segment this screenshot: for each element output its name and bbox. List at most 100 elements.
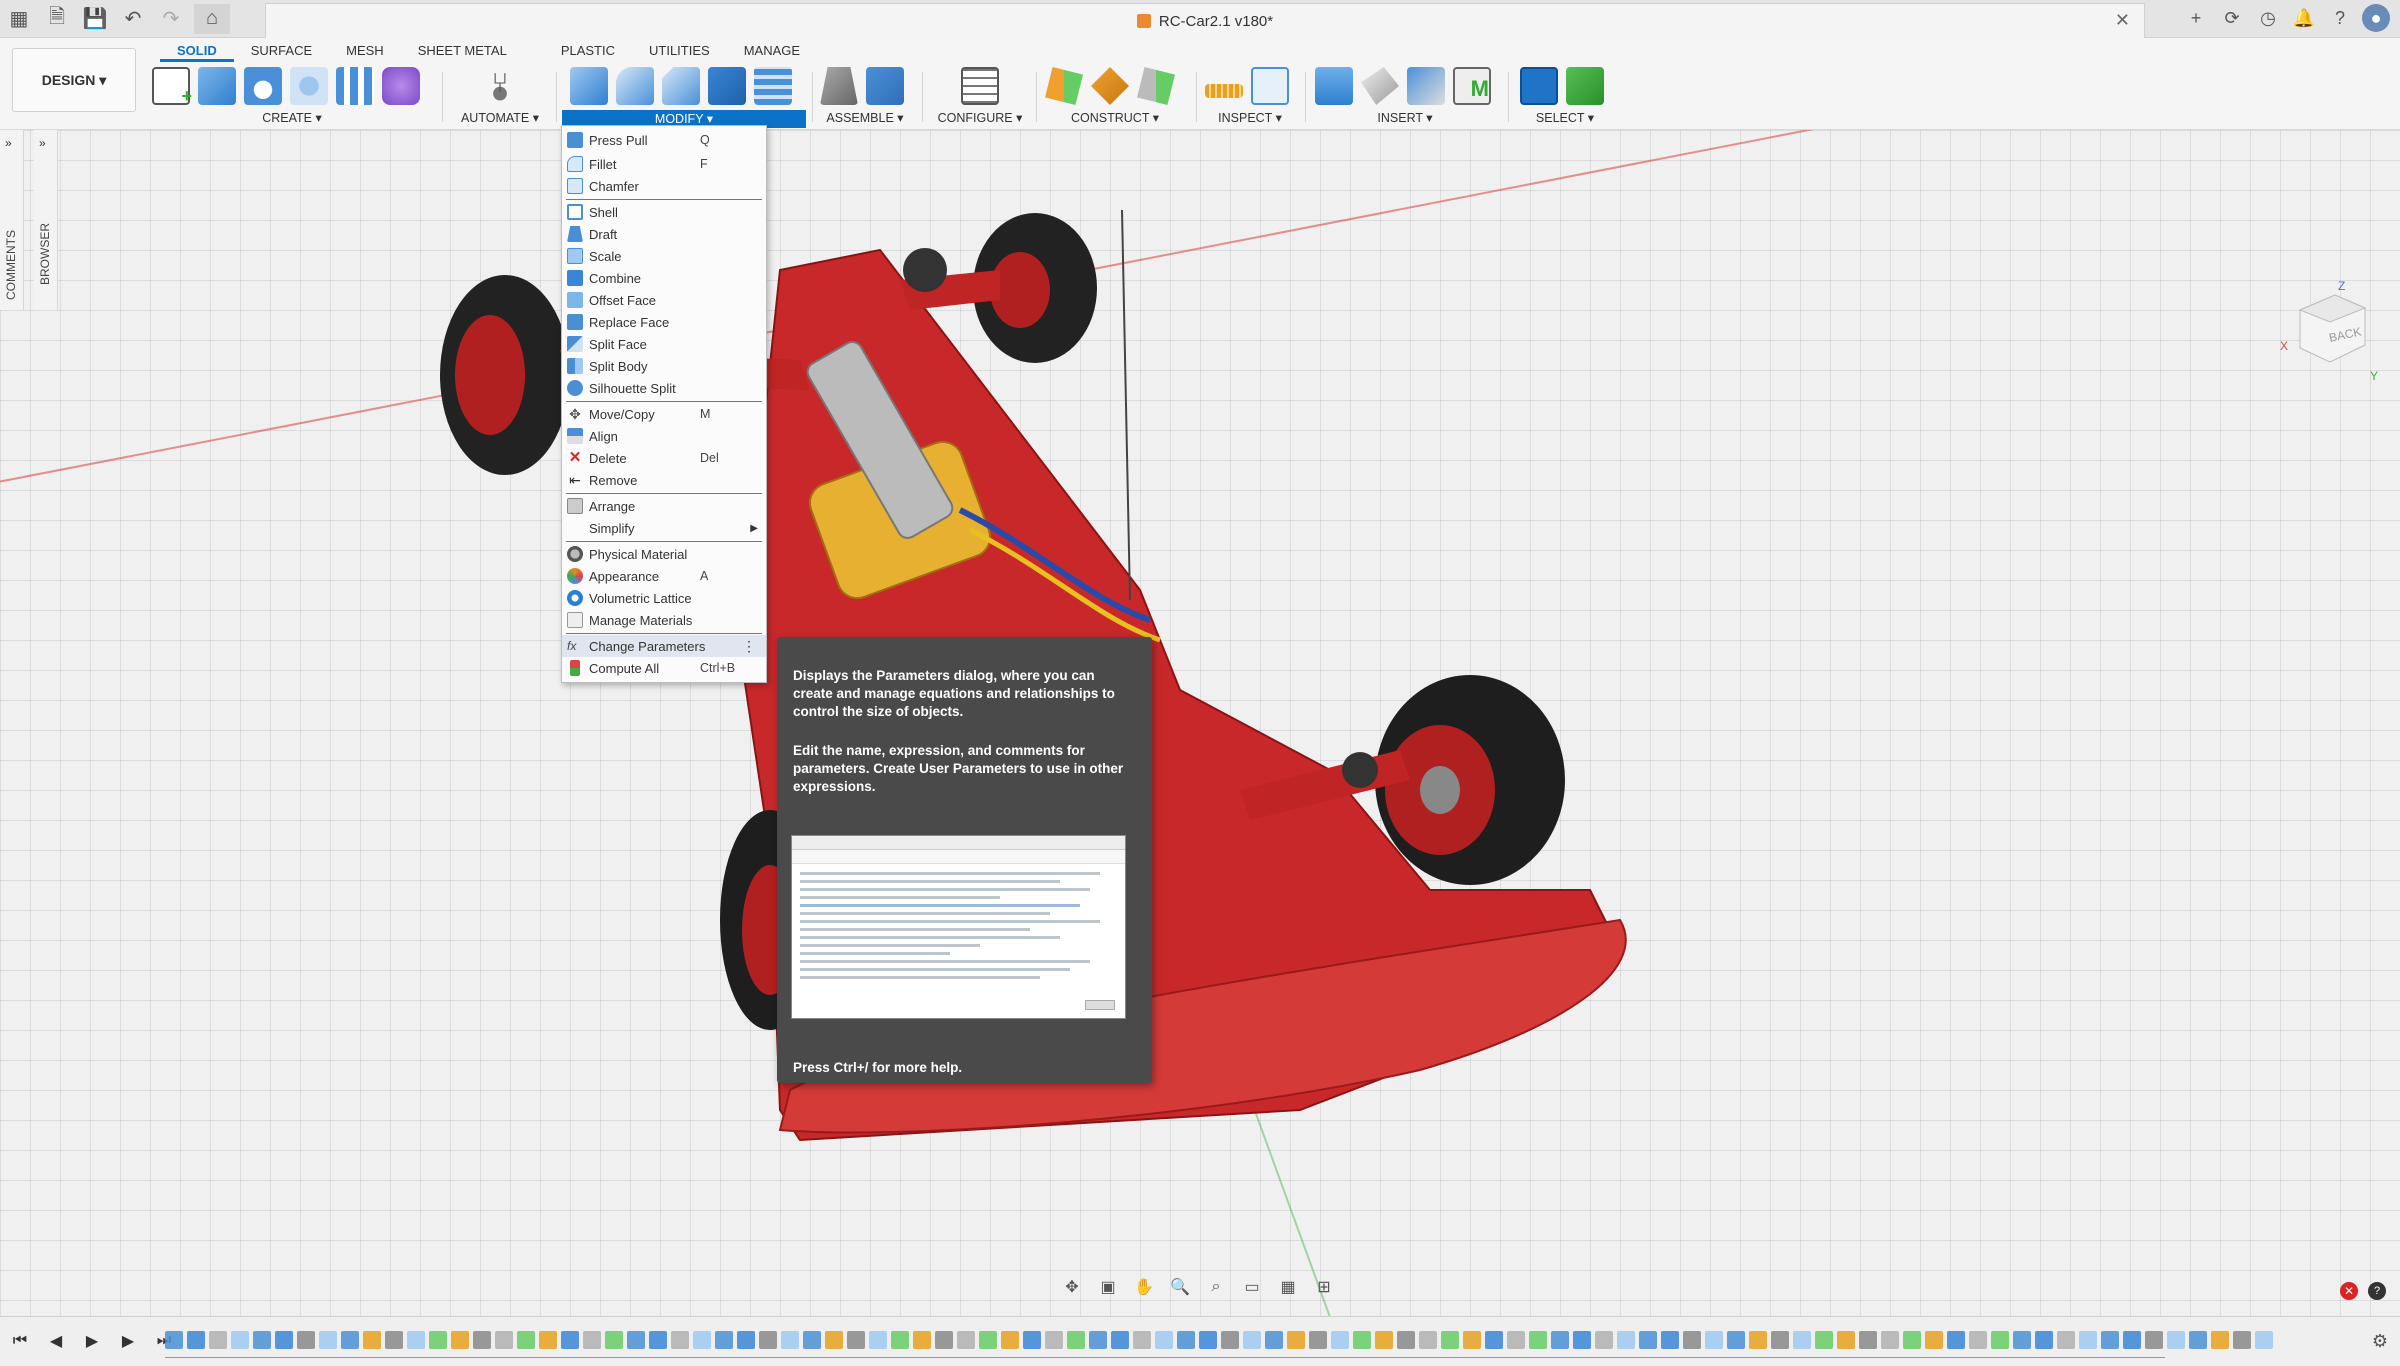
timeline-feature-icon[interactable] xyxy=(715,1331,733,1349)
tab-manage[interactable]: MANAGE xyxy=(727,40,817,62)
timeline-feature-icon[interactable] xyxy=(759,1331,777,1349)
pattern-icon[interactable] xyxy=(336,67,374,105)
document-tab[interactable]: RC-Car2.1 v180* ✕ xyxy=(265,3,2145,38)
timeline-feature-icon[interactable] xyxy=(2145,1331,2163,1349)
menu-item-split-face[interactable]: Split Face xyxy=(562,333,766,355)
tab-sheet-metal[interactable]: SHEET METAL xyxy=(401,40,524,62)
tab-surface[interactable]: SURFACE xyxy=(234,40,329,62)
timeline-feature-icon[interactable] xyxy=(451,1331,469,1349)
timeline-feature-icon[interactable] xyxy=(539,1331,557,1349)
timeline-feature-icon[interactable] xyxy=(495,1331,513,1349)
timeline-feature-icon[interactable] xyxy=(1859,1331,1877,1349)
combine-ribbon-icon[interactable] xyxy=(708,67,746,105)
insert-mesh-icon[interactable] xyxy=(1407,67,1445,105)
step-back-icon[interactable]: ◀ xyxy=(44,1329,68,1353)
joint-icon[interactable] xyxy=(820,67,858,105)
menu-item-move-copy[interactable]: ✥ Move/Copy M xyxy=(562,403,766,425)
interference-icon[interactable] xyxy=(1251,67,1289,105)
menu-item-press-pull[interactable]: Press Pull Q xyxy=(562,129,766,151)
inspect-menu[interactable]: INSPECT ▾ xyxy=(1205,110,1295,125)
timeline-feature-icon[interactable] xyxy=(1639,1331,1657,1349)
notifications-icon[interactable]: 🔔 xyxy=(2290,4,2318,32)
timeline-feature-icon[interactable] xyxy=(1199,1331,1217,1349)
timeline-feature-icon[interactable] xyxy=(1573,1331,1591,1349)
timeline-feature-icon[interactable] xyxy=(1133,1331,1151,1349)
timeline-feature-icon[interactable] xyxy=(2123,1331,2141,1349)
timeline-feature-icon[interactable] xyxy=(1925,1331,1943,1349)
timeline-feature-icon[interactable] xyxy=(1265,1331,1283,1349)
midplane-icon[interactable] xyxy=(1137,67,1175,105)
timeline-feature-icon[interactable] xyxy=(1749,1331,1767,1349)
file-menu-icon[interactable]: 🗎 xyxy=(42,4,72,34)
timeline-feature-icon[interactable] xyxy=(231,1331,249,1349)
timeline-feature-icon[interactable] xyxy=(2167,1331,2185,1349)
close-tab-icon[interactable]: ✕ xyxy=(2115,10,2130,31)
select-filter-icon[interactable] xyxy=(1566,67,1604,105)
timeline-feature-icon[interactable] xyxy=(1309,1331,1327,1349)
timeline-feature-icon[interactable] xyxy=(1771,1331,1789,1349)
timeline-feature-icon[interactable] xyxy=(627,1331,645,1349)
browser-panel[interactable]: » BROWSER xyxy=(34,130,58,310)
timeline-feature-icon[interactable] xyxy=(1727,1331,1745,1349)
timeline-feature-icon[interactable] xyxy=(1001,1331,1019,1349)
save-icon[interactable]: 💾 xyxy=(80,4,110,34)
undo-icon[interactable]: ↶ xyxy=(118,4,148,34)
menu-item-align[interactable]: Align xyxy=(562,425,766,447)
timeline-feature-icon[interactable] xyxy=(2233,1331,2251,1349)
create-sketch-icon[interactable]: + xyxy=(152,67,192,106)
menu-item-change-parameters[interactable]: fx Change Parameters ⋮ xyxy=(562,635,766,657)
grid-settings-icon[interactable]: ▦ xyxy=(1276,1275,1300,1299)
as-built-joint-icon[interactable] xyxy=(866,67,904,105)
timeline-feature-icon[interactable] xyxy=(1089,1331,1107,1349)
fit-icon[interactable]: ⌕ xyxy=(1204,1275,1228,1299)
menu-item-appearance[interactable]: Appearance A xyxy=(562,565,766,587)
extensions-icon[interactable]: ⟳ xyxy=(2218,4,2246,32)
timeline-feature-icon[interactable] xyxy=(891,1331,909,1349)
timeline-feature-icon[interactable] xyxy=(1331,1331,1349,1349)
menu-item-scale[interactable]: Scale xyxy=(562,245,766,267)
timeline-feature-icon[interactable] xyxy=(363,1331,381,1349)
menu-item-fillet[interactable]: Fillet F xyxy=(562,153,766,175)
press-pull-ribbon-icon[interactable] xyxy=(570,67,608,105)
menu-item-silhouette-split[interactable]: Silhouette Split xyxy=(562,377,766,399)
timeline-feature-icon[interactable] xyxy=(187,1331,205,1349)
timeline-feature-icon[interactable] xyxy=(693,1331,711,1349)
timeline-feature-icon[interactable] xyxy=(803,1331,821,1349)
timeline-feature-icon[interactable] xyxy=(297,1331,315,1349)
timeline-feature-icon[interactable] xyxy=(341,1331,359,1349)
timeline-feature-icon[interactable] xyxy=(2101,1331,2119,1349)
menu-item-draft[interactable]: Draft xyxy=(562,223,766,245)
rc-car-model[interactable] xyxy=(0,130,2400,1316)
select-menu[interactable]: SELECT ▾ xyxy=(1520,110,1610,125)
menu-item-simplify[interactable]: Simplify ▶ xyxy=(562,517,766,539)
timeline-feature-icon[interactable] xyxy=(1529,1331,1547,1349)
insert-menu[interactable]: INSERT ▾ xyxy=(1315,110,1495,125)
timeline-feature-icon[interactable] xyxy=(1287,1331,1305,1349)
timeline-feature-icon[interactable] xyxy=(1221,1331,1239,1349)
timeline-feature-icon[interactable] xyxy=(1243,1331,1261,1349)
view-cube[interactable]: BACK Z X Y xyxy=(2280,280,2380,380)
timeline-feature-icon[interactable] xyxy=(165,1331,183,1349)
timeline-feature-icon[interactable] xyxy=(275,1331,293,1349)
assistant-icon[interactable]: ? xyxy=(2368,1282,2386,1300)
revolve-icon[interactable] xyxy=(244,67,282,105)
timeline-feature-icon[interactable] xyxy=(649,1331,667,1349)
timeline-feature-icon[interactable] xyxy=(2057,1331,2075,1349)
extrude-icon[interactable] xyxy=(198,67,236,105)
timeline-feature-icon[interactable] xyxy=(473,1331,491,1349)
display-settings-icon[interactable]: ▭ xyxy=(1240,1275,1264,1299)
timeline-feature-icon[interactable] xyxy=(583,1331,601,1349)
user-avatar[interactable]: ● xyxy=(2362,4,2390,32)
select-icon[interactable] xyxy=(1520,67,1558,105)
chamfer-ribbon-icon[interactable] xyxy=(662,67,700,105)
timeline-feature-icon[interactable] xyxy=(1463,1331,1481,1349)
tab-solid[interactable]: SOLID xyxy=(160,40,234,62)
timeline-feature-icon[interactable] xyxy=(957,1331,975,1349)
menu-item-remove[interactable]: ⇤ Remove xyxy=(562,469,766,491)
more-options-icon[interactable]: ⋮ xyxy=(742,638,756,655)
timeline-feature-icon[interactable] xyxy=(1991,1331,2009,1349)
menu-item-physical-material[interactable]: Physical Material xyxy=(562,543,766,565)
menu-item-split-body[interactable]: Split Body xyxy=(562,355,766,377)
timeline-feature-icon[interactable] xyxy=(407,1331,425,1349)
menu-item-chamfer[interactable]: Chamfer xyxy=(562,175,766,197)
